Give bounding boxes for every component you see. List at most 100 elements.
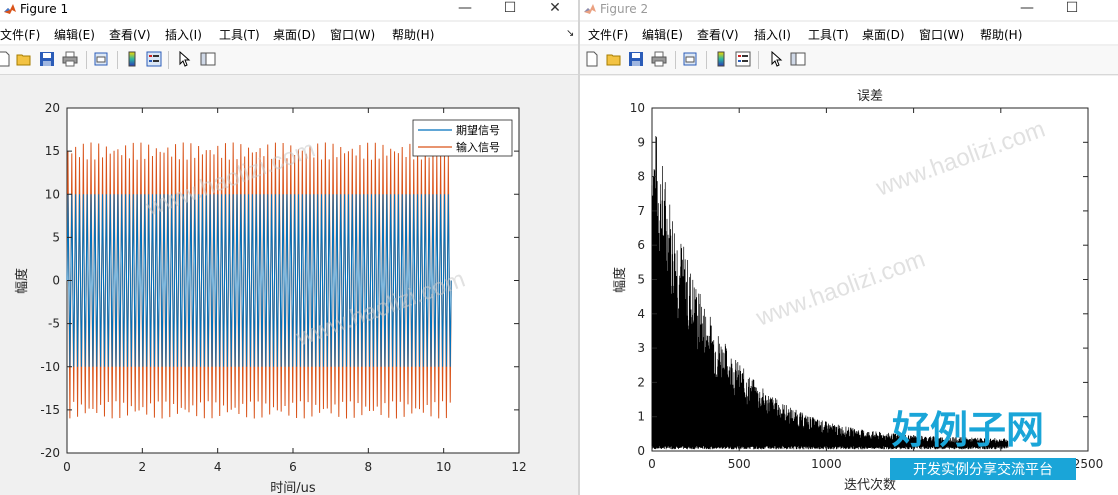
y-tick-label: 20 <box>45 101 60 115</box>
x-tick-label: 2500 <box>1073 457 1104 471</box>
menu-insert[interactable]: 插入(I) <box>754 26 791 43</box>
toolbar-separator <box>706 51 707 69</box>
x-tick-label: 500 <box>728 457 751 471</box>
print-icon[interactable] <box>651 51 667 67</box>
print-icon[interactable] <box>62 51 78 67</box>
figure-1-toolbar <box>0 46 578 75</box>
print-preview-icon[interactable] <box>93 51 109 67</box>
minimize-button[interactable]: — <box>452 0 478 18</box>
y-tick-label: 3 <box>637 341 645 355</box>
pointer-icon[interactable] <box>176 51 192 67</box>
brand-tagline: 开发实例分享交流平台 <box>913 461 1053 478</box>
colorbar-icon[interactable] <box>124 51 140 67</box>
x-axis-label: 迭代次数 <box>844 477 896 493</box>
menu-window[interactable]: 窗口(W) <box>330 26 375 43</box>
y-tick-label: -5 <box>48 317 60 331</box>
y-tick-label: 7 <box>637 204 645 218</box>
menu-desktop[interactable]: 桌面(D) <box>273 26 316 43</box>
menu-tools[interactable]: 工具(T) <box>808 26 849 43</box>
x-tick-label: 1000 <box>811 457 842 471</box>
y-tick-label: 8 <box>637 170 645 184</box>
legend-entry-desired: 期望信号 <box>456 124 500 137</box>
menu-help[interactable]: 帮助(H) <box>980 26 1022 43</box>
save-icon[interactable] <box>39 51 55 67</box>
legend[interactable]: 期望信号 输入信号 <box>412 119 513 157</box>
y-tick-label: 0 <box>637 444 645 458</box>
x-tick-label: 10 <box>436 460 451 474</box>
x-tick-label: 6 <box>289 460 297 474</box>
colorbar-icon[interactable] <box>713 51 729 67</box>
menu-window[interactable]: 窗口(W) <box>919 26 964 43</box>
x-tick-label: 12 <box>511 460 526 474</box>
chart-title: 误差 <box>857 89 883 104</box>
x-tick-label: 2 <box>139 460 147 474</box>
x-tick-label: 0 <box>648 457 656 471</box>
menu-file[interactable]: 文件(F) <box>588 26 628 43</box>
window-title: Figure 1 <box>20 2 69 16</box>
y-axis-label: 幅度 <box>612 267 628 293</box>
menu-file[interactable]: 文件(F) <box>0 26 40 43</box>
close-button[interactable]: ✕ <box>542 0 568 18</box>
figure-2-window: Figure 2 — ☐ 文件(F) 编辑(E) 查看(V) 插入(I) 工具(… <box>580 0 1118 495</box>
toolbar-separator <box>86 51 87 69</box>
matlab-icon <box>584 4 596 14</box>
menu-edit[interactable]: 编辑(E) <box>642 26 683 43</box>
property-inspector-icon[interactable] <box>200 51 216 67</box>
maximize-button[interactable]: ☐ <box>497 0 523 18</box>
print-preview-icon[interactable] <box>682 51 698 67</box>
brand-logo-text: 好例子网 <box>891 408 1044 452</box>
y-axis-label: 幅度 <box>14 268 30 294</box>
figure-1-menubar: 文件(F) 编辑(E) 查看(V) 插入(I) 工具(T) 桌面(D) 窗口(W… <box>0 22 578 44</box>
property-inspector-icon[interactable] <box>790 51 806 67</box>
y-tick-label: 15 <box>45 144 60 158</box>
x-tick-label: 0 <box>63 460 71 474</box>
menu-view[interactable]: 查看(V) <box>697 26 739 43</box>
x-tick-label: 4 <box>214 460 222 474</box>
y-tick-label: 4 <box>637 307 645 321</box>
y-tick-label: 0 <box>52 274 60 288</box>
open-file-icon[interactable] <box>606 51 622 67</box>
y-tick-label: 10 <box>45 187 60 201</box>
new-figure-icon[interactable] <box>584 51 600 67</box>
y-tick-label: -15 <box>40 403 60 417</box>
dock-arrow-icon[interactable]: ↘ <box>566 28 574 39</box>
window-title: Figure 2 <box>600 2 649 16</box>
legend-icon[interactable] <box>735 51 751 67</box>
maximize-button[interactable]: ☐ <box>1059 0 1085 18</box>
y-tick-label: 6 <box>637 238 645 252</box>
figure-1-titlebar[interactable]: Figure 1 — ☐ ✕ <box>0 0 578 20</box>
matlab-icon <box>4 4 16 14</box>
open-file-icon[interactable] <box>16 51 32 67</box>
menu-insert[interactable]: 插入(I) <box>165 26 202 43</box>
toolbar-separator <box>117 51 118 69</box>
menu-help[interactable]: 帮助(H) <box>392 26 434 43</box>
x-axis-label: 时间/us <box>270 481 316 495</box>
menu-view[interactable]: 查看(V) <box>109 26 151 43</box>
y-tick-label: 5 <box>52 230 60 244</box>
new-figure-icon[interactable] <box>0 51 12 67</box>
figure-2-plot: 误差 05001000150020002500 109876543210 迭代次… <box>580 76 1118 495</box>
figure-1-window: Figure 1 — ☐ ✕ 文件(F) 编辑(E) 查看(V) 插入(I) 工… <box>0 0 578 495</box>
figure-2-titlebar[interactable]: Figure 2 — ☐ <box>580 0 1118 20</box>
pointer-icon[interactable] <box>768 51 784 67</box>
toolbar-separator <box>675 51 676 69</box>
save-icon[interactable] <box>628 51 644 67</box>
x-tick-label: 8 <box>365 460 373 474</box>
toolbar-separator <box>758 51 759 69</box>
minimize-button[interactable]: — <box>1014 0 1040 18</box>
menu-desktop[interactable]: 桌面(D) <box>862 26 905 43</box>
menu-tools[interactable]: 工具(T) <box>219 26 260 43</box>
y-tick-label: -10 <box>40 360 60 374</box>
y-tick-label: 5 <box>637 273 645 287</box>
legend-entry-input: 输入信号 <box>456 140 500 154</box>
menu-edit[interactable]: 编辑(E) <box>54 26 95 43</box>
figure-1-plot: 0 2 4 6 8 10 12 20 15 10 5 0 -5 -10 -15 -20 时间/us 幅度 期… <box>0 76 578 495</box>
toolbar-separator <box>168 51 169 69</box>
legend-icon[interactable] <box>146 51 162 67</box>
y-tick-label: 2 <box>637 375 645 389</box>
figure-2-toolbar <box>580 46 1118 75</box>
y-tick-label: 10 <box>630 101 645 115</box>
figure-2-menubar: 文件(F) 编辑(E) 查看(V) 插入(I) 工具(T) 桌面(D) 窗口(W… <box>580 22 1118 44</box>
y-tick-label: 9 <box>637 135 645 149</box>
y-tick-label: 1 <box>637 410 645 424</box>
